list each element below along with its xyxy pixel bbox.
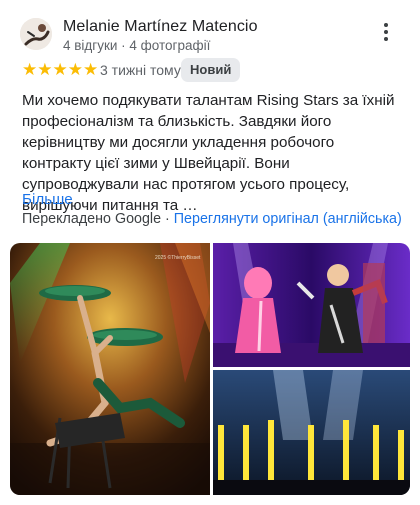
review-time: 3 тижні тому (100, 62, 181, 78)
new-badge: Новий (181, 58, 241, 82)
author-avatar[interactable] (20, 18, 52, 50)
review-header: Melanie Martínez Matencio 4 відгуки · 4 … (20, 16, 410, 60)
star-rating: ★★★★★ (22, 60, 99, 79)
more-link[interactable]: Більше (22, 191, 73, 208)
photo-watermark: 2025 ©ThierryBisset (155, 254, 201, 261)
review-card: Melanie Martínez Matencio 4 відгуки · 4 … (0, 0, 420, 505)
rating-row: ★★★★★ 3 тижні тому Новий (22, 58, 402, 82)
review-photos: 2025 ©ThierryBisset (10, 243, 410, 495)
see-original-link[interactable]: Переглянути оригінал (англійська) (174, 211, 402, 227)
more-vert-icon[interactable] (376, 20, 396, 46)
translated-by-label: Перекладено Google · (22, 211, 174, 227)
author-meta: 4 відгуки · 4 фотографії (63, 38, 211, 53)
review-text: Ми хочемо подякувати талантам Rising Sta… (22, 92, 395, 214)
photo-stage-lights[interactable] (213, 370, 410, 495)
translation-note: Перекладено Google · Переглянути оригіна… (22, 211, 402, 227)
photo-performers[interactable] (213, 243, 410, 367)
author-name[interactable]: Melanie Martínez Matencio (63, 18, 258, 36)
photo-acrobat[interactable]: 2025 ©ThierryBisset (10, 243, 210, 495)
